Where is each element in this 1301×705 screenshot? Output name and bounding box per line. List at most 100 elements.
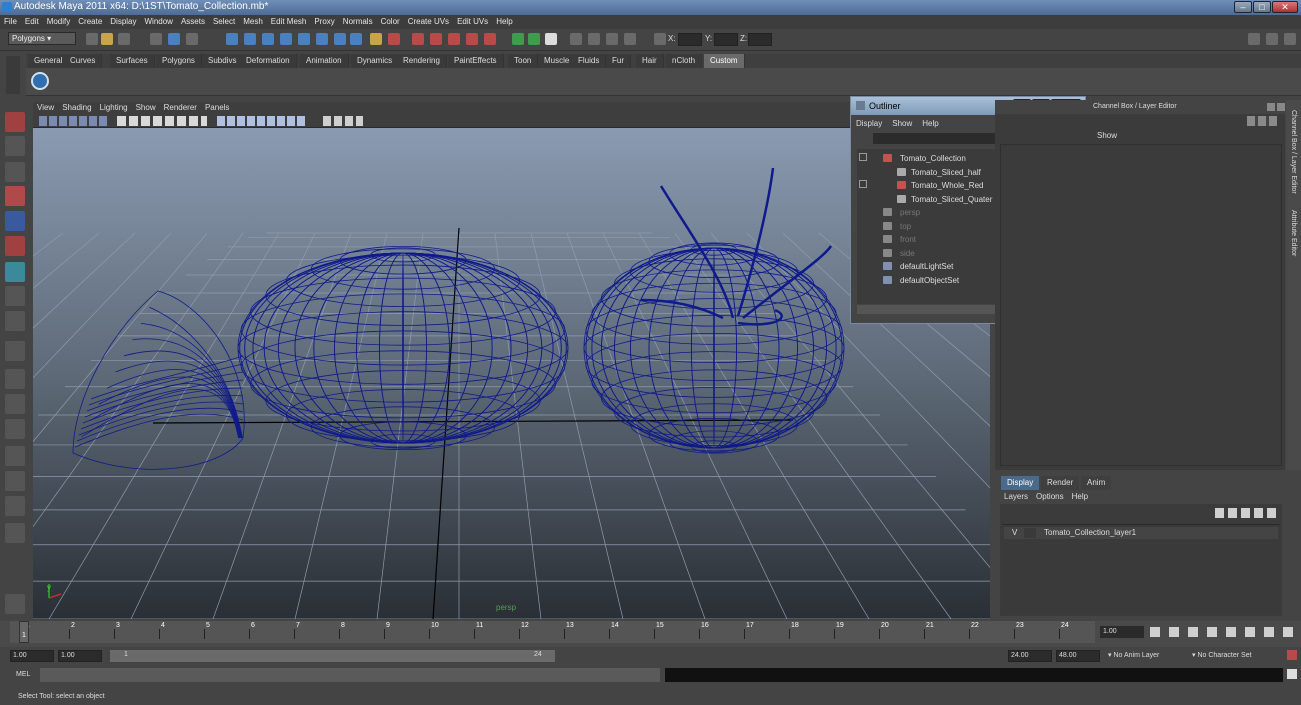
layer-name[interactable]: Tomato_Collection_layer1 [1044,528,1136,537]
snap-grid-icon[interactable] [226,33,238,45]
shelf-tab-subdivs[interactable]: Subdivs [202,54,244,68]
snap-plane-icon[interactable] [280,33,292,45]
perspective-viewport[interactable]: y persp [0,128,1301,620]
sculpt-icon[interactable] [606,33,618,45]
channel-box-icon[interactable] [545,33,557,45]
menu-color[interactable]: Color [377,15,404,29]
check-icon[interactable] [31,72,49,90]
outliner-menu-help[interactable]: Help [917,117,943,130]
shelf-menu-icon[interactable] [6,56,20,94]
make-live-icon[interactable] [298,33,310,45]
panel-menu-shading[interactable]: Shading [58,102,95,114]
channel-box-options-icons[interactable] [1247,116,1277,126]
menu-edit-uvs[interactable]: Edit UVs [453,15,492,29]
move-tool-icon[interactable] [5,186,25,206]
current-time-marker[interactable]: 1 [19,621,29,643]
attribute-icon[interactable] [528,33,540,45]
tomato-whole-red-mesh[interactable] [583,167,845,454]
expand-toggle-icon[interactable] [859,180,867,188]
layout-outliner-icon[interactable] [5,471,25,491]
history-icon[interactable] [316,33,328,45]
layout-persp-graph-icon[interactable] [5,446,25,466]
maximize-icon[interactable]: □ [1253,1,1271,13]
lasso-select-icon[interactable] [588,33,600,45]
quick-layout-icon[interactable] [5,594,25,614]
paint-select-tool-icon[interactable] [5,162,25,182]
menu-create-uvs[interactable]: Create UVs [404,15,453,29]
lasso-tool-icon[interactable] [5,136,25,156]
channel-box-show-menu[interactable]: Show [1097,131,1117,140]
render-settings-icon[interactable] [448,33,460,45]
shelf-tab-ncloth[interactable]: nCloth [666,54,703,68]
show-hide-icon[interactable] [512,33,524,45]
menu-mesh[interactable]: Mesh [239,15,267,29]
shelf-tab-toon[interactable]: Toon [508,54,539,68]
snap-point-icon[interactable] [262,33,274,45]
menu-file[interactable]: File [0,15,21,29]
layer-type-toggle[interactable] [1024,528,1036,538]
attribute-editor-side-tab[interactable]: Attribute Editor [1290,210,1297,256]
menu-create[interactable]: Create [74,15,106,29]
scale-tool-icon[interactable] [5,236,25,256]
snap-curve-icon[interactable] [244,33,256,45]
input-ops-icon[interactable] [334,33,346,45]
playback-controls[interactable] [1150,627,1298,637]
menu-assets[interactable]: Assets [177,15,209,29]
animation-end-field[interactable]: 48.00 [1056,650,1100,662]
expand-toggle-icon[interactable] [859,153,867,161]
toggle-channel-box-icon[interactable] [1284,33,1296,45]
minimize-icon[interactable]: – [1234,1,1252,13]
manipulator-tool-icon[interactable] [5,262,25,282]
z-field[interactable] [748,33,772,46]
menu-proxy[interactable]: Proxy [310,15,338,29]
render-current-icon[interactable] [412,33,424,45]
menu-edit[interactable]: Edit [21,15,43,29]
close-icon[interactable]: ✕ [1272,1,1298,13]
new-scene-icon[interactable] [86,33,98,45]
input-line-icon[interactable] [570,33,582,45]
shading-tools-icons[interactable] [217,116,307,126]
select-object-icon[interactable] [168,33,180,45]
blank-tool-slot[interactable] [5,341,25,361]
layout-four-icon[interactable] [5,394,25,414]
layer-menu-layers[interactable]: Layers [1000,490,1032,504]
last-tool-icon[interactable] [5,311,25,331]
shelf-tab-animation[interactable]: Animation [300,54,349,68]
layer-row[interactable]: V Tomato_Collection_layer1 [1004,527,1278,539]
command-input[interactable] [40,668,660,682]
outliner-menu-show[interactable]: Show [887,117,917,130]
current-frame-field[interactable]: 1.00 [1100,626,1144,638]
shelf-tab-fluids[interactable]: Fluids [572,54,607,68]
help-icon[interactable] [350,33,362,45]
tomato-sliced-half-mesh[interactable] [237,245,569,451]
shelf-tab-polygons[interactable]: Polygons [156,54,202,68]
playback-start-field[interactable]: 1.00 [58,650,102,662]
tomato-sliced-quarter-mesh[interactable] [72,290,245,470]
rotate-tool-icon[interactable] [5,211,25,231]
time-slider[interactable]: 1234567891011121314151617181920212223241 [10,621,1095,643]
menu-edit-mesh[interactable]: Edit Mesh [267,15,311,29]
camera-tools-icons[interactable] [39,116,109,126]
layer-tab-anim[interactable]: Anim [1081,476,1112,490]
channel-box-close-icon[interactable] [1277,103,1285,111]
float-panel-icon[interactable] [1267,103,1275,111]
layer-menu-help[interactable]: Help [1068,490,1092,504]
anim-layer-dropdown[interactable]: ▾ No Anim Layer [1108,650,1188,662]
shelf-tab-rendering[interactable]: Rendering [397,54,447,68]
panel-menu-panels[interactable]: Panels [201,102,233,114]
script-editor-icon[interactable] [1287,669,1297,679]
select-tool-icon[interactable] [5,112,25,132]
menu-window[interactable]: Window [141,15,177,29]
menu-display[interactable]: Display [106,15,140,29]
shelf-tab-custom[interactable]: Custom [704,54,745,68]
shelf-tab-curves[interactable]: Curves [64,54,103,68]
menu-modify[interactable]: Modify [43,15,75,29]
paint-select-icon[interactable] [624,33,636,45]
save-scene-icon[interactable] [118,33,130,45]
shelf-tab-hair[interactable]: Hair [636,54,664,68]
channel-box-side-tab[interactable]: Channel Box / Layer Editor [1290,110,1297,194]
shelf-tab-dynamics[interactable]: Dynamics [351,54,400,68]
animation-start-field[interactable]: 1.00 [10,650,54,662]
panel-menu-view[interactable]: View [33,102,58,114]
hypershade-icon[interactable] [466,33,478,45]
